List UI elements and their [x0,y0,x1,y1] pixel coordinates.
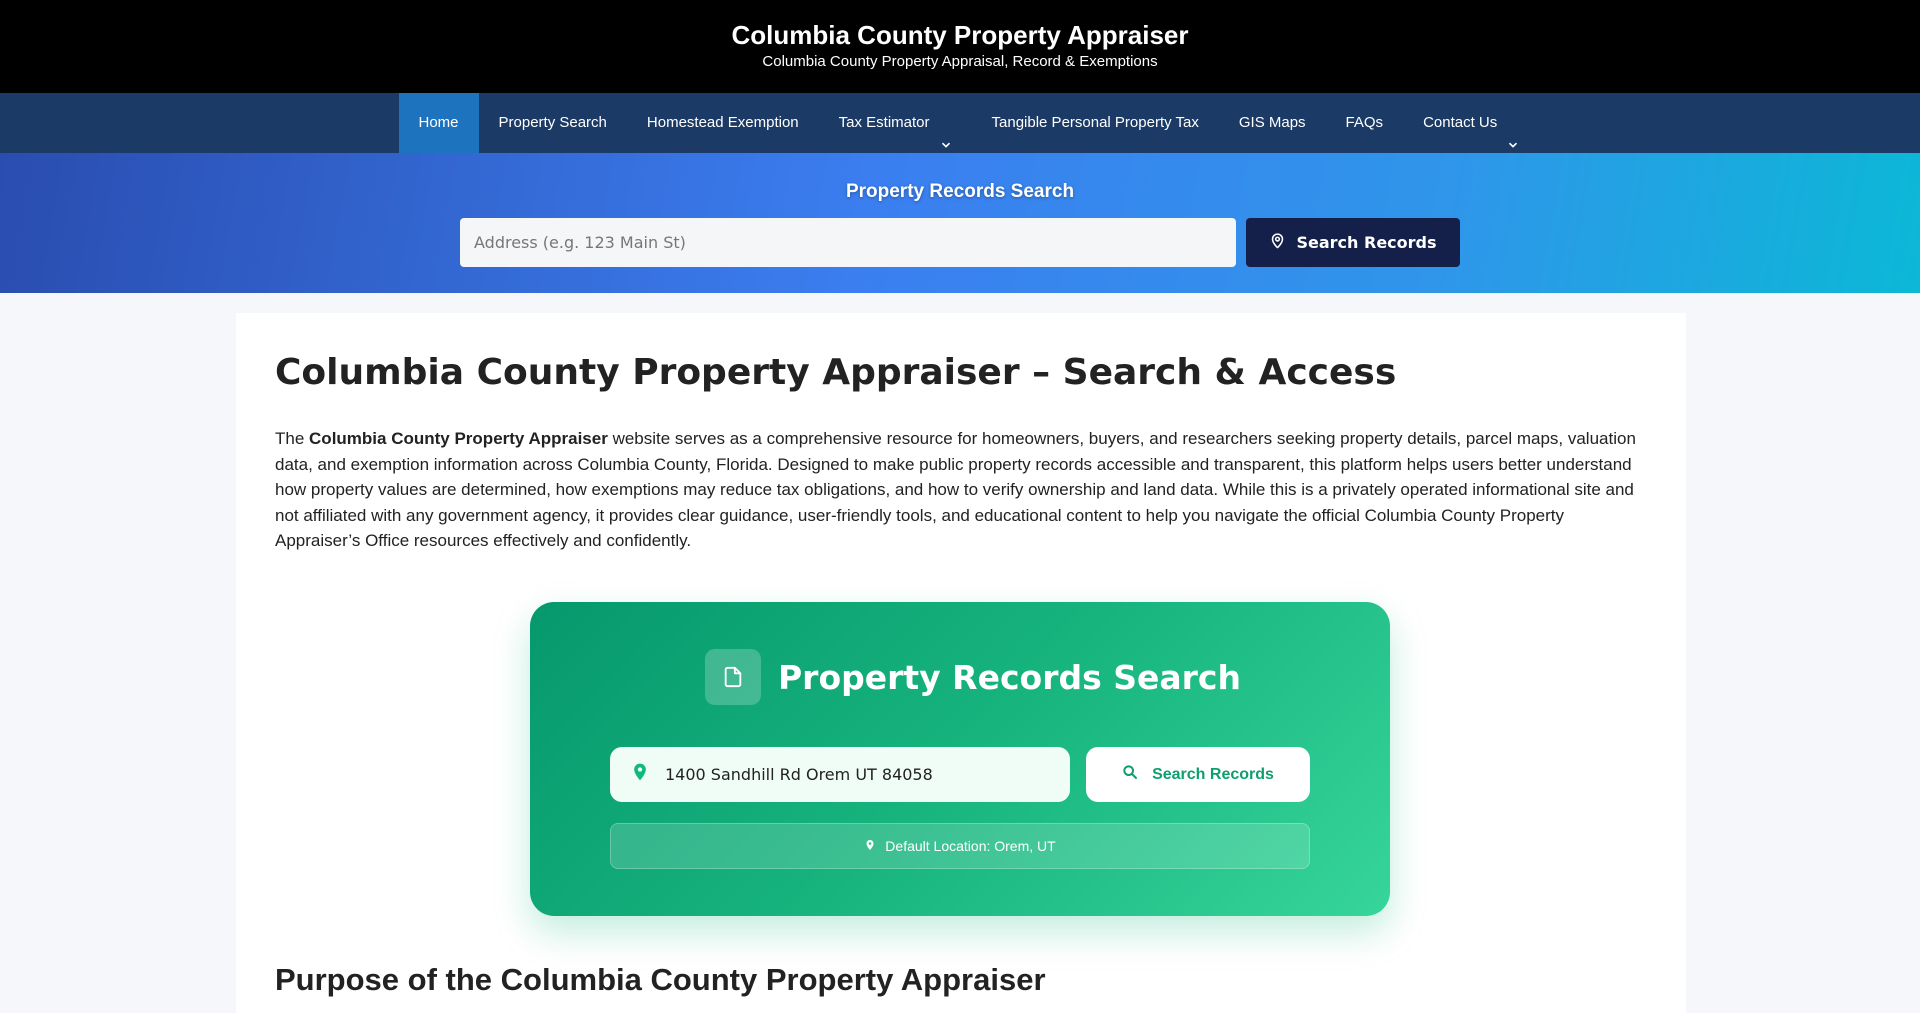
site-title[interactable]: Columbia County Property Appraiser [0,20,1920,50]
address-search-input[interactable] [460,218,1236,267]
hero-search-button-label: Search Records [1296,233,1437,252]
hero-search-row: Search Records [0,218,1920,267]
hero-search: Property Records Search Search Records [0,153,1920,293]
nav-item-label: GIS Maps [1238,114,1306,131]
property-search-card: Property Records Search 1400 Sandhill Rd… [530,602,1390,916]
card-search-button[interactable]: Search Records [1086,747,1310,802]
search-icon [1122,764,1138,785]
chevron-down-icon [1507,117,1519,148]
nav-item-label: Home [418,114,459,131]
nav-item-contact-us[interactable]: Contact Us [1403,93,1539,153]
hero-title: Property Records Search [845,181,1075,202]
main-nav: Home Property Search Homestead Exemption Ta… [0,93,1920,153]
nav-list: Home Property Search Homestead Exemption Ta… [398,93,1526,153]
map-pin-icon [630,761,650,788]
nav-item-label: Property Search [498,114,607,131]
document-icon [705,649,761,705]
card-title: Property Records Search [778,657,1241,697]
nav-item-label: Tax Estimator [838,114,930,131]
nav-item-label: FAQs [1345,114,1384,131]
default-location-note: Default Location: Orem, UT [610,823,1310,869]
site-header: Columbia County Property Appraiser Colum… [0,0,1920,93]
card-address-value[interactable]: 1400 Sandhill Rd Orem UT 84058 [665,765,933,784]
nav-item-property-search[interactable]: Property Search [479,93,627,153]
card-address-field[interactable]: 1400 Sandhill Rd Orem UT 84058 [610,747,1070,802]
page-title: Columbia County Property Appraiser – Sea… [275,352,1397,393]
chevron-down-icon [940,117,952,148]
nav-item-home[interactable]: Home [398,93,479,153]
nav-item-tangible-personal-property-tax[interactable]: Tangible Personal Property Tax [972,93,1219,153]
intro-bold: Columbia County Property Appraiser [309,429,608,448]
nav-item-homestead-exemption[interactable]: Homestead Exemption [627,93,819,153]
nav-item-label: Tangible Personal Property Tax [991,114,1199,131]
map-pin-icon [864,838,876,855]
card-search-button-label: Search Records [1152,765,1274,783]
site-tagline: Columbia County Property Appraisal, Reco… [762,53,1158,70]
hero-search-button[interactable]: Search Records [1246,218,1460,267]
intro-paragraph: The Columbia County Property Appraiser w… [275,426,1647,554]
nav-item-tax-estimator[interactable]: Tax Estimator [819,93,972,153]
map-pin-icon [1269,231,1286,254]
nav-item-gis-maps[interactable]: GIS Maps [1219,93,1326,153]
default-location-text: Default Location: Orem, UT [885,838,1056,854]
intro-prefix: The [275,429,310,448]
main-content: Columbia County Property Appraiser – Sea… [236,313,1686,1013]
nav-item-faqs[interactable]: FAQs [1326,93,1404,153]
card-header: Property Records Search [705,649,1241,705]
nav-item-label: Homestead Exemption [646,114,799,131]
nav-item-label: Contact Us [1423,114,1498,131]
